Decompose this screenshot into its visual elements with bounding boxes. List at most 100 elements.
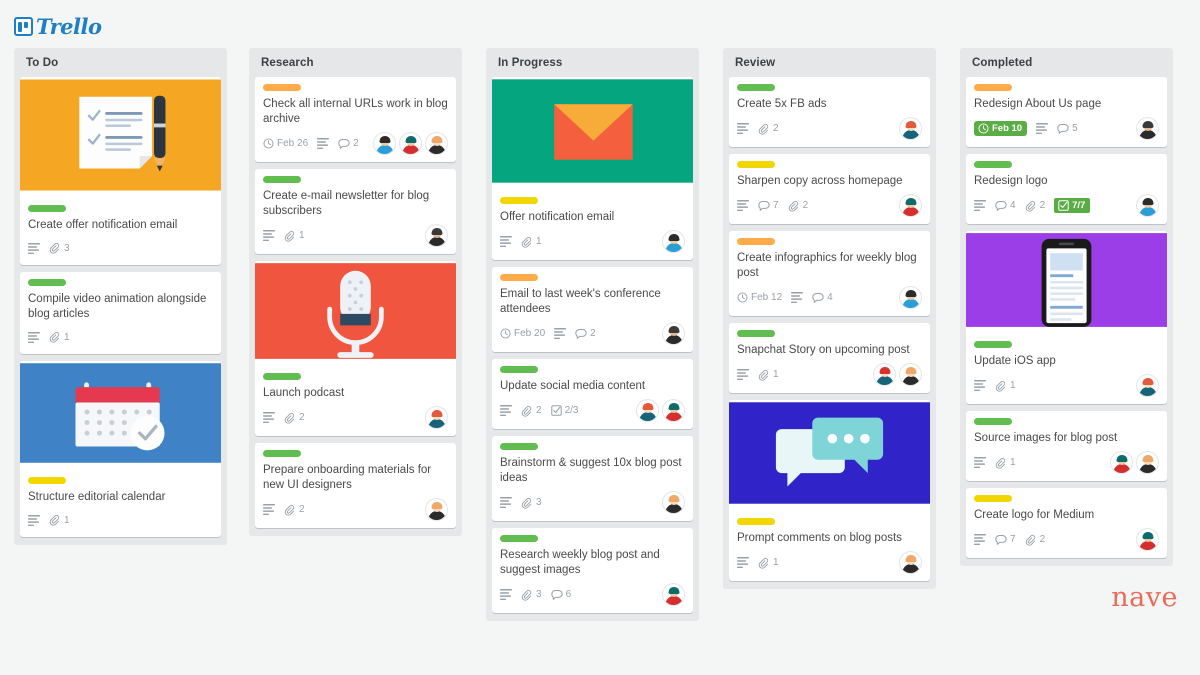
card[interactable]: Sharpen copy across homepage 7 2: [729, 154, 930, 224]
card-badge-attachment[interactable]: 1: [521, 236, 542, 248]
card-badge-checklist[interactable]: 2/3: [550, 405, 578, 416]
avatar[interactable]: [636, 399, 659, 422]
card-badge-description[interactable]: [737, 200, 749, 211]
card-badge-description[interactable]: [500, 405, 512, 416]
card-badge-comment[interactable]: 4: [995, 200, 1016, 212]
card-badge-description[interactable]: [1036, 123, 1049, 134]
card[interactable]: Brainstorm & suggest 10x blog post ideas…: [492, 436, 693, 521]
card[interactable]: Create offer notification email 3: [20, 77, 221, 265]
card-badge-description[interactable]: [263, 504, 275, 515]
card-cover[interactable]: [966, 231, 1167, 334]
avatar[interactable]: [425, 498, 448, 521]
card[interactable]: Research weekly blog post and suggest im…: [492, 528, 693, 613]
card-badge-description[interactable]: [317, 138, 330, 149]
card-badge-description[interactable]: [974, 534, 986, 545]
card-badge-clock[interactable]: Feb 10: [974, 121, 1028, 136]
avatar[interactable]: [1136, 528, 1159, 551]
card[interactable]: Check all internal URLs work in blog arc…: [255, 77, 456, 162]
avatar[interactable]: [662, 583, 685, 606]
column-to-do[interactable]: To Do Create offer notification email 3 …: [14, 48, 227, 545]
card-badge-description[interactable]: [28, 242, 40, 254]
avatar[interactable]: [662, 230, 685, 253]
card[interactable]: Email to last week's conference attendee…: [492, 267, 693, 352]
card-label-green[interactable]: [974, 418, 1012, 425]
card-badge-description[interactable]: [28, 331, 40, 343]
avatar[interactable]: [662, 399, 685, 422]
avatar[interactable]: [899, 286, 922, 309]
card-badge-attachment[interactable]: 1: [284, 230, 305, 242]
card-label-yellow[interactable]: [737, 518, 775, 525]
card-label-green[interactable]: [500, 366, 538, 373]
card-badge-attachment[interactable]: 2: [1025, 200, 1045, 212]
card-badge-comment[interactable]: 6: [550, 589, 571, 601]
card-label-orange[interactable]: [263, 84, 301, 91]
card-badge-description[interactable]: [500, 497, 512, 508]
trello-logo[interactable]: Trello: [14, 14, 102, 39]
avatar[interactable]: [1136, 117, 1159, 140]
card[interactable]: Snapchat Story on upcoming post 1: [729, 323, 930, 393]
card-label-yellow[interactable]: [737, 161, 775, 168]
card-label-green[interactable]: [974, 161, 1012, 168]
card-badge-description[interactable]: [500, 589, 512, 600]
card[interactable]: Update iOS app 1: [966, 231, 1167, 404]
avatar[interactable]: [1136, 451, 1159, 474]
card[interactable]: Offer notification email 1: [492, 77, 693, 260]
card-badge-comment[interactable]: 2: [338, 138, 359, 150]
card-label-green[interactable]: [500, 443, 538, 450]
card[interactable]: Structure editorial calendar 1: [20, 361, 221, 537]
card-badge-description[interactable]: [500, 236, 512, 247]
card-badge-attachment[interactable]: 2: [521, 405, 542, 417]
card-badge-clock[interactable]: Feb 12: [737, 292, 782, 303]
column-completed[interactable]: Completed Redesign About Us page Feb 10 …: [960, 48, 1173, 566]
card-badge-description[interactable]: [974, 380, 986, 391]
avatar[interactable]: [899, 194, 922, 217]
card[interactable]: Launch podcast 2: [255, 261, 456, 436]
card-badge-attachment[interactable]: 1: [758, 369, 779, 381]
card-cover[interactable]: [20, 77, 221, 198]
card-badge-attachment[interactable]: 2: [284, 412, 305, 424]
avatar[interactable]: [1136, 194, 1159, 217]
card-label-orange[interactable]: [737, 238, 775, 245]
card-badge-attachment[interactable]: 3: [521, 497, 542, 509]
card-badge-description[interactable]: [737, 369, 749, 380]
card-badge-description[interactable]: [737, 123, 749, 134]
avatar[interactable]: [899, 551, 922, 574]
card-badge-attachment[interactable]: 1: [995, 457, 1016, 469]
avatar[interactable]: [399, 132, 422, 155]
avatar[interactable]: [425, 406, 448, 429]
card[interactable]: Redesign logo 4 2 7/7: [966, 154, 1167, 224]
avatar[interactable]: [425, 224, 448, 247]
card[interactable]: Create 5x FB ads 2: [729, 77, 930, 147]
card[interactable]: Prompt comments on blog posts 1: [729, 400, 930, 581]
card-badge-comment[interactable]: 4: [812, 292, 833, 304]
card-badge-description[interactable]: [28, 514, 40, 526]
card-label-green[interactable]: [500, 535, 538, 542]
card-badge-description[interactable]: [554, 328, 567, 339]
card-badge-attachment[interactable]: 2: [758, 123, 779, 135]
card-badge-comment[interactable]: 5: [1057, 123, 1078, 135]
card-badge-description[interactable]: [263, 412, 275, 423]
card-label-yellow[interactable]: [500, 197, 538, 204]
card-badge-attachment[interactable]: 1: [49, 514, 70, 526]
avatar[interactable]: [662, 322, 685, 345]
card-cover[interactable]: [20, 361, 221, 470]
card-badge-attachment[interactable]: 1: [995, 380, 1016, 392]
card[interactable]: Update social media content 2 2/3: [492, 359, 693, 429]
card-label-green[interactable]: [974, 341, 1012, 348]
card-badge-attachment[interactable]: 2: [284, 504, 305, 516]
column-in-progress[interactable]: In Progress Offer notification email 1 E…: [486, 48, 699, 621]
card-badge-description[interactable]: [737, 557, 749, 568]
card-badge-comment[interactable]: 7: [758, 200, 779, 212]
card-badge-attachment[interactable]: 3: [521, 589, 542, 601]
card-label-orange[interactable]: [500, 274, 538, 281]
card-cover[interactable]: [255, 261, 456, 366]
avatar[interactable]: [899, 363, 922, 386]
card-badge-description[interactable]: [974, 200, 986, 211]
card-badge-clock[interactable]: Feb 20: [500, 328, 545, 339]
card-label-green[interactable]: [737, 84, 775, 91]
card-badge-comment[interactable]: 7: [995, 534, 1016, 546]
card-badge-description[interactable]: [263, 230, 275, 241]
card-label-green[interactable]: [28, 279, 66, 286]
column-review[interactable]: Review Create 5x FB ads 2 Sharpen copy a…: [723, 48, 936, 589]
avatar[interactable]: [873, 363, 896, 386]
